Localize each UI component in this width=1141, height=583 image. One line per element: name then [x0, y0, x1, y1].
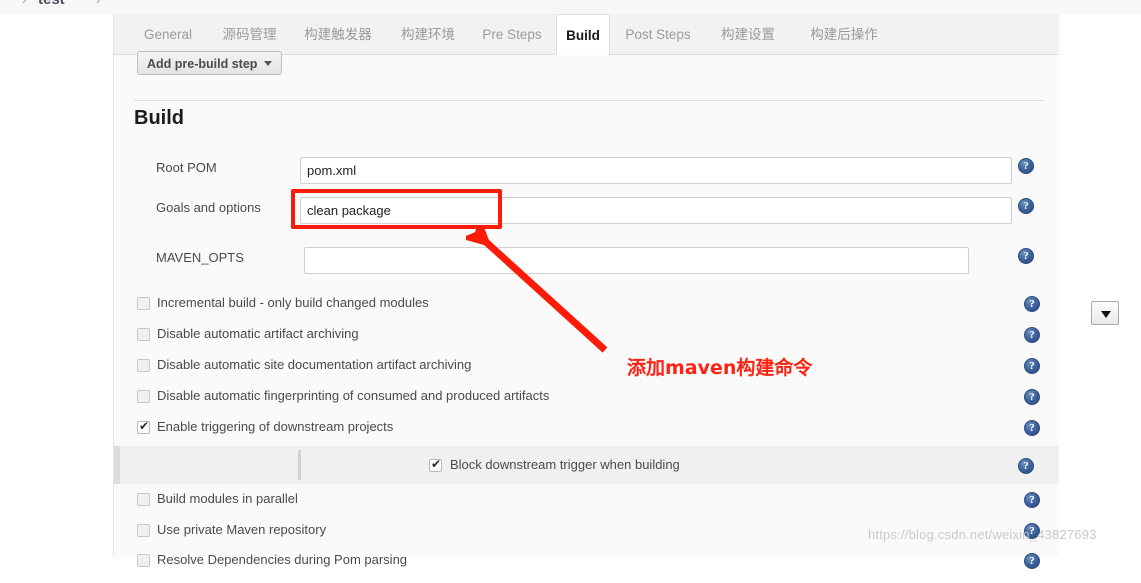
- checkbox-row: Disable automatic site documentation art…: [114, 357, 1059, 388]
- checkbox-row: Build modules in parallel?: [114, 491, 1059, 522]
- section-divider: [134, 100, 1044, 101]
- help-icon[interactable]: ?: [1024, 389, 1040, 405]
- tab-label: Build: [566, 28, 600, 43]
- tab-label: 构建环境: [401, 27, 455, 42]
- annotation-label: 添加maven构建命令: [627, 357, 813, 379]
- nested-option-row: Block downstream trigger when building ?: [114, 446, 1059, 484]
- help-icon[interactable]: ?: [1024, 553, 1040, 569]
- nested-row-divider: [298, 450, 301, 480]
- help-icon[interactable]: ?: [1018, 248, 1034, 264]
- tab-构建环境[interactable]: 构建环境: [388, 14, 468, 55]
- checkbox-block-downstream-trigger[interactable]: [429, 457, 442, 472]
- checkbox-label[interactable]: Build modules in parallel: [157, 491, 298, 506]
- checkbox-label[interactable]: Resolve Dependencies during Pom parsing: [157, 552, 407, 567]
- input-root-pom[interactable]: [300, 157, 1012, 184]
- chevron-down-icon: [264, 61, 273, 67]
- right-gutter: [1059, 14, 1141, 557]
- breadcrumb-separator-right: ›: [96, 0, 100, 7]
- tab-源码管理[interactable]: 源码管理: [211, 14, 288, 55]
- checkbox-disable-automatic-site[interactable]: [137, 359, 150, 372]
- tab-pre-steps[interactable]: Pre Steps: [472, 14, 552, 55]
- build-config-panel: Add pre-build step Build Root POM?Goals …: [114, 51, 1119, 569]
- help-icon[interactable]: ?: [1024, 420, 1040, 436]
- checkbox-label[interactable]: Incremental build - only build changed m…: [157, 295, 429, 310]
- help-icon[interactable]: ?: [1024, 492, 1040, 508]
- field-label: MAVEN_OPTS: [156, 250, 244, 265]
- checkbox-resolve-dependencies-during[interactable]: [137, 554, 150, 567]
- checkbox-disable-automatic-artifact[interactable]: [137, 328, 150, 341]
- checkbox-use-private-maven[interactable]: [137, 524, 150, 537]
- breadcrumb-project-name[interactable]: test: [38, 0, 65, 8]
- config-tab-bar: General 源码管理 构建触发器 构建环境 Pre Steps Build Post S…: [114, 14, 1059, 56]
- maven-opts-dropdown-button[interactable]: [1091, 301, 1119, 325]
- help-icon[interactable]: ?: [1018, 198, 1034, 214]
- tab-post-steps[interactable]: Post Steps: [614, 14, 702, 55]
- page-title: Build: [134, 107, 184, 129]
- dropdown-triangle-icon: [1101, 311, 1111, 318]
- checkbox-row: Disable automatic artifact archiving?: [114, 326, 1059, 357]
- help-icon[interactable]: ?: [1024, 358, 1040, 374]
- breadcrumb: › test ›: [0, 0, 1141, 15]
- add-pre-build-step-label: Add pre-build step: [147, 57, 258, 71]
- tab-label: 构建触发器: [304, 27, 372, 42]
- checkbox-enable-triggering-of[interactable]: [137, 419, 150, 434]
- tab-label: 构建设置: [721, 27, 775, 42]
- help-icon[interactable]: ?: [1024, 296, 1040, 312]
- tab-label: Post Steps: [625, 27, 691, 42]
- tab-label: General: [143, 27, 193, 42]
- input-maven_opts[interactable]: [304, 247, 969, 274]
- checkbox-label[interactable]: Enable triggering of downstream projects: [157, 419, 393, 434]
- checkbox-row: Disable automatic fingerprinting of cons…: [114, 388, 1059, 419]
- tab-label: 构建后操作: [810, 27, 878, 42]
- tab-构建设置[interactable]: 构建设置: [706, 14, 790, 55]
- help-icon[interactable]: ?: [1024, 327, 1040, 343]
- checkbox-label[interactable]: Disable automatic site documentation art…: [157, 357, 471, 372]
- breadcrumb-separator-left: ›: [22, 0, 26, 7]
- input-goals-and-options[interactable]: [300, 197, 1012, 224]
- tab-build[interactable]: Build: [556, 14, 610, 56]
- checkbox-incremental-build--[interactable]: [137, 297, 150, 310]
- tab-label: Pre Steps: [482, 27, 542, 42]
- form-row: Root POM?: [114, 152, 1059, 192]
- checkbox-row: Incremental build - only build changed m…: [114, 295, 1059, 326]
- prebuild-step-row: Add pre-build step: [114, 51, 1059, 90]
- field-label: Root POM: [156, 160, 217, 175]
- add-pre-build-step-button[interactable]: Add pre-build step: [137, 51, 283, 75]
- tab-general[interactable]: General: [129, 14, 207, 55]
- tab-构建触发器[interactable]: 构建触发器: [292, 14, 384, 55]
- watermark-text: https://blog.csdn.net/weixin_43827693: [868, 527, 1097, 542]
- tab-构建后操作[interactable]: 构建后操作: [794, 14, 894, 55]
- left-gutter: [0, 14, 114, 557]
- form-row: Goals and options?: [114, 192, 1059, 232]
- field-label: Goals and options: [156, 200, 261, 215]
- form-row: MAVEN_OPTS?: [114, 242, 1059, 282]
- checkbox-label-block-downstream-trigger[interactable]: Block downstream trigger when building: [450, 457, 680, 472]
- nested-row-left-bar: [114, 446, 120, 484]
- checkbox-build-modules-in[interactable]: [137, 493, 150, 506]
- checkbox-label[interactable]: Disable automatic fingerprinting of cons…: [157, 388, 549, 403]
- tab-label: 源码管理: [222, 27, 277, 42]
- checkbox-disable-automatic-fingerprinting[interactable]: [137, 390, 150, 403]
- checkbox-label[interactable]: Disable automatic artifact archiving: [157, 326, 359, 341]
- help-icon[interactable]: ?: [1018, 458, 1034, 474]
- help-icon[interactable]: ?: [1018, 158, 1034, 174]
- checkbox-label[interactable]: Use private Maven repository: [157, 522, 326, 537]
